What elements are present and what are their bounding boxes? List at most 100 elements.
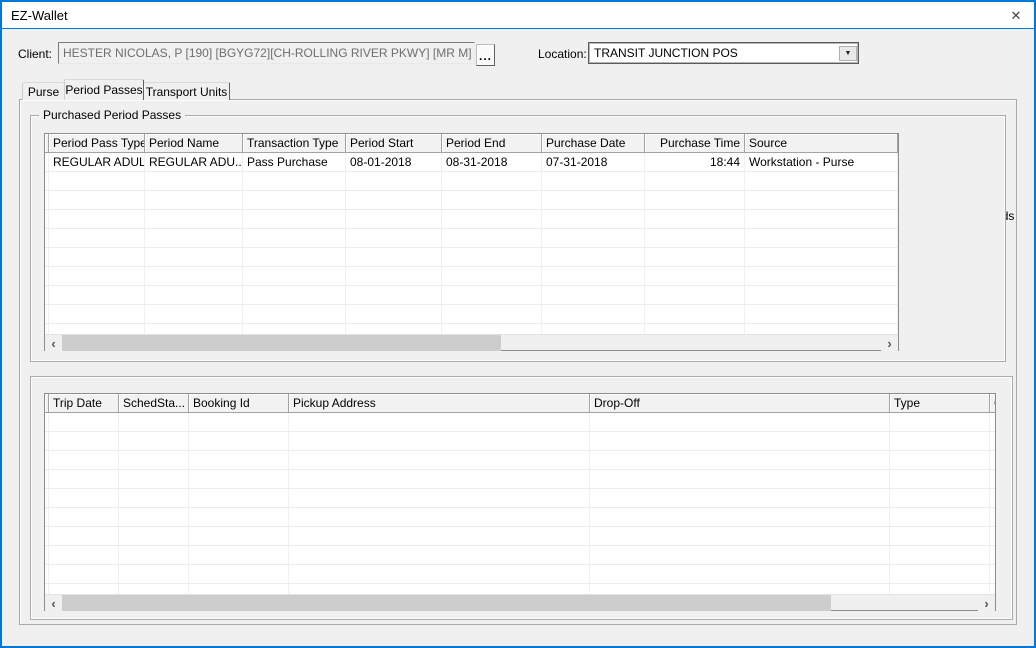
scroll-left-button[interactable]: ‹ xyxy=(45,595,62,611)
table-cell xyxy=(990,451,995,469)
table-cell xyxy=(346,286,442,304)
table-cell xyxy=(243,210,346,228)
table-cell xyxy=(119,508,189,526)
table-cell xyxy=(645,305,745,323)
table-cell xyxy=(442,191,542,209)
scroll-right-button[interactable]: › xyxy=(881,335,898,351)
table-cell xyxy=(890,413,990,431)
scrollbar-thumb[interactable] xyxy=(62,335,501,351)
empty-table-row xyxy=(45,508,995,527)
scroll-right-button[interactable]: › xyxy=(978,595,995,611)
table-cell xyxy=(346,305,442,323)
client-input[interactable]: HESTER NICOLAS, P [190] [BGYG72][CH-ROLL… xyxy=(58,42,475,64)
table-cell[interactable]: 18:44 xyxy=(645,153,745,171)
column-header[interactable]: Purchase Time xyxy=(645,134,745,153)
table-body: REGULAR ADULTREGULAR ADU...Pass Purchase… xyxy=(45,153,898,350)
passes-h-scrollbar[interactable]: ‹ › xyxy=(45,334,898,350)
table-cell xyxy=(145,229,243,247)
column-header[interactable]: SchedSta... xyxy=(119,394,189,413)
table-cell xyxy=(49,267,145,285)
column-header[interactable]: C xyxy=(990,394,995,413)
table-cell xyxy=(49,172,145,190)
ez-wallet-window: EZ-Wallet ✕ Client: HESTER NICOLAS, P [1… xyxy=(0,0,1036,648)
table-cell xyxy=(49,527,119,545)
trips-h-scrollbar[interactable]: ‹ › xyxy=(45,594,995,610)
table-cell xyxy=(745,191,898,209)
column-header[interactable]: Period Start xyxy=(346,134,442,153)
column-header[interactable]: Trip Date xyxy=(49,394,119,413)
table-cell xyxy=(890,489,990,507)
table-cell xyxy=(590,508,890,526)
table-cell[interactable]: REGULAR ADU... xyxy=(145,153,243,171)
table-row[interactable]: REGULAR ADULTREGULAR ADU...Pass Purchase… xyxy=(45,153,898,172)
table-cell xyxy=(645,229,745,247)
empty-table-row xyxy=(45,267,898,286)
table-cell xyxy=(49,210,145,228)
table-cell xyxy=(119,470,189,488)
table-cell[interactable]: 08-31-2018 xyxy=(442,153,542,171)
column-header[interactable]: Period Name xyxy=(145,134,243,153)
table-cell xyxy=(346,172,442,190)
close-button[interactable]: ✕ xyxy=(1005,5,1027,26)
tab-transport-units[interactable]: Transport Units xyxy=(143,82,230,100)
table-cell xyxy=(890,546,990,564)
column-header[interactable]: Period End xyxy=(442,134,542,153)
table-cell xyxy=(145,172,243,190)
table-cell[interactable]: Workstation - Purse xyxy=(745,153,898,171)
dialog-body: Client: HESTER NICOLAS, P [190] [BGYG72]… xyxy=(2,29,1034,645)
column-header[interactable]: Period Pass Type xyxy=(49,134,145,153)
location-select[interactable]: TRANSIT JUNCTION POS ▼ xyxy=(588,42,859,64)
client-browse-button[interactable]: ... xyxy=(476,44,495,66)
trips-table[interactable]: Trip DateSchedSta...Booking IdPickup Add… xyxy=(44,393,996,611)
chevron-right-icon: › xyxy=(887,336,891,351)
table-cell xyxy=(119,527,189,545)
column-header[interactable]: Drop-Off xyxy=(590,394,890,413)
table-cell xyxy=(243,172,346,190)
table-cell xyxy=(990,508,995,526)
window-title: EZ-Wallet xyxy=(11,8,68,23)
table-cell xyxy=(346,210,442,228)
table-cell xyxy=(542,305,645,323)
table-cell xyxy=(590,470,890,488)
table-cell xyxy=(990,565,995,583)
table-cell xyxy=(346,229,442,247)
table-cell xyxy=(590,527,890,545)
tab-period-passes[interactable]: Period Passes xyxy=(64,79,144,100)
column-header[interactable]: Purchase Date xyxy=(542,134,645,153)
table-cell xyxy=(645,172,745,190)
table-header-row: Trip DateSchedSta...Booking IdPickup Add… xyxy=(45,394,995,413)
table-cell xyxy=(289,546,590,564)
table-cell[interactable]: 07-31-2018 xyxy=(542,153,645,171)
table-cell[interactable]: Pass Purchase xyxy=(243,153,346,171)
table-cell xyxy=(745,286,898,304)
table-cell xyxy=(49,451,119,469)
chevron-right-icon: › xyxy=(984,596,988,611)
column-header[interactable]: Type xyxy=(890,394,990,413)
ellipsis-icon: ... xyxy=(479,49,492,63)
table-cell xyxy=(542,286,645,304)
table-cell xyxy=(890,451,990,469)
table-cell[interactable]: REGULAR ADULT xyxy=(49,153,145,171)
table-cell xyxy=(745,248,898,266)
empty-table-row xyxy=(45,470,995,489)
scrollbar-thumb[interactable] xyxy=(62,595,831,611)
table-cell xyxy=(49,470,119,488)
empty-table-row xyxy=(45,305,898,324)
table-cell xyxy=(645,210,745,228)
table-cell[interactable]: 08-01-2018 xyxy=(346,153,442,171)
column-header[interactable]: Booking Id xyxy=(189,394,289,413)
column-header[interactable]: Pickup Address xyxy=(289,394,590,413)
column-header[interactable]: Source xyxy=(745,134,898,153)
passes-table[interactable]: Period Pass TypePeriod NameTransaction T… xyxy=(44,133,899,351)
table-cell xyxy=(189,508,289,526)
table-cell xyxy=(145,191,243,209)
table-cell xyxy=(49,565,119,583)
empty-table-row xyxy=(45,527,995,546)
scroll-left-button[interactable]: ‹ xyxy=(45,335,62,351)
empty-table-row xyxy=(45,210,898,229)
tab-purse[interactable]: Purse xyxy=(22,82,65,100)
column-header[interactable]: Transaction Type xyxy=(243,134,346,153)
table-cell xyxy=(890,432,990,450)
location-selected-value: TRANSIT JUNCTION POS xyxy=(589,46,838,60)
table-cell xyxy=(590,489,890,507)
